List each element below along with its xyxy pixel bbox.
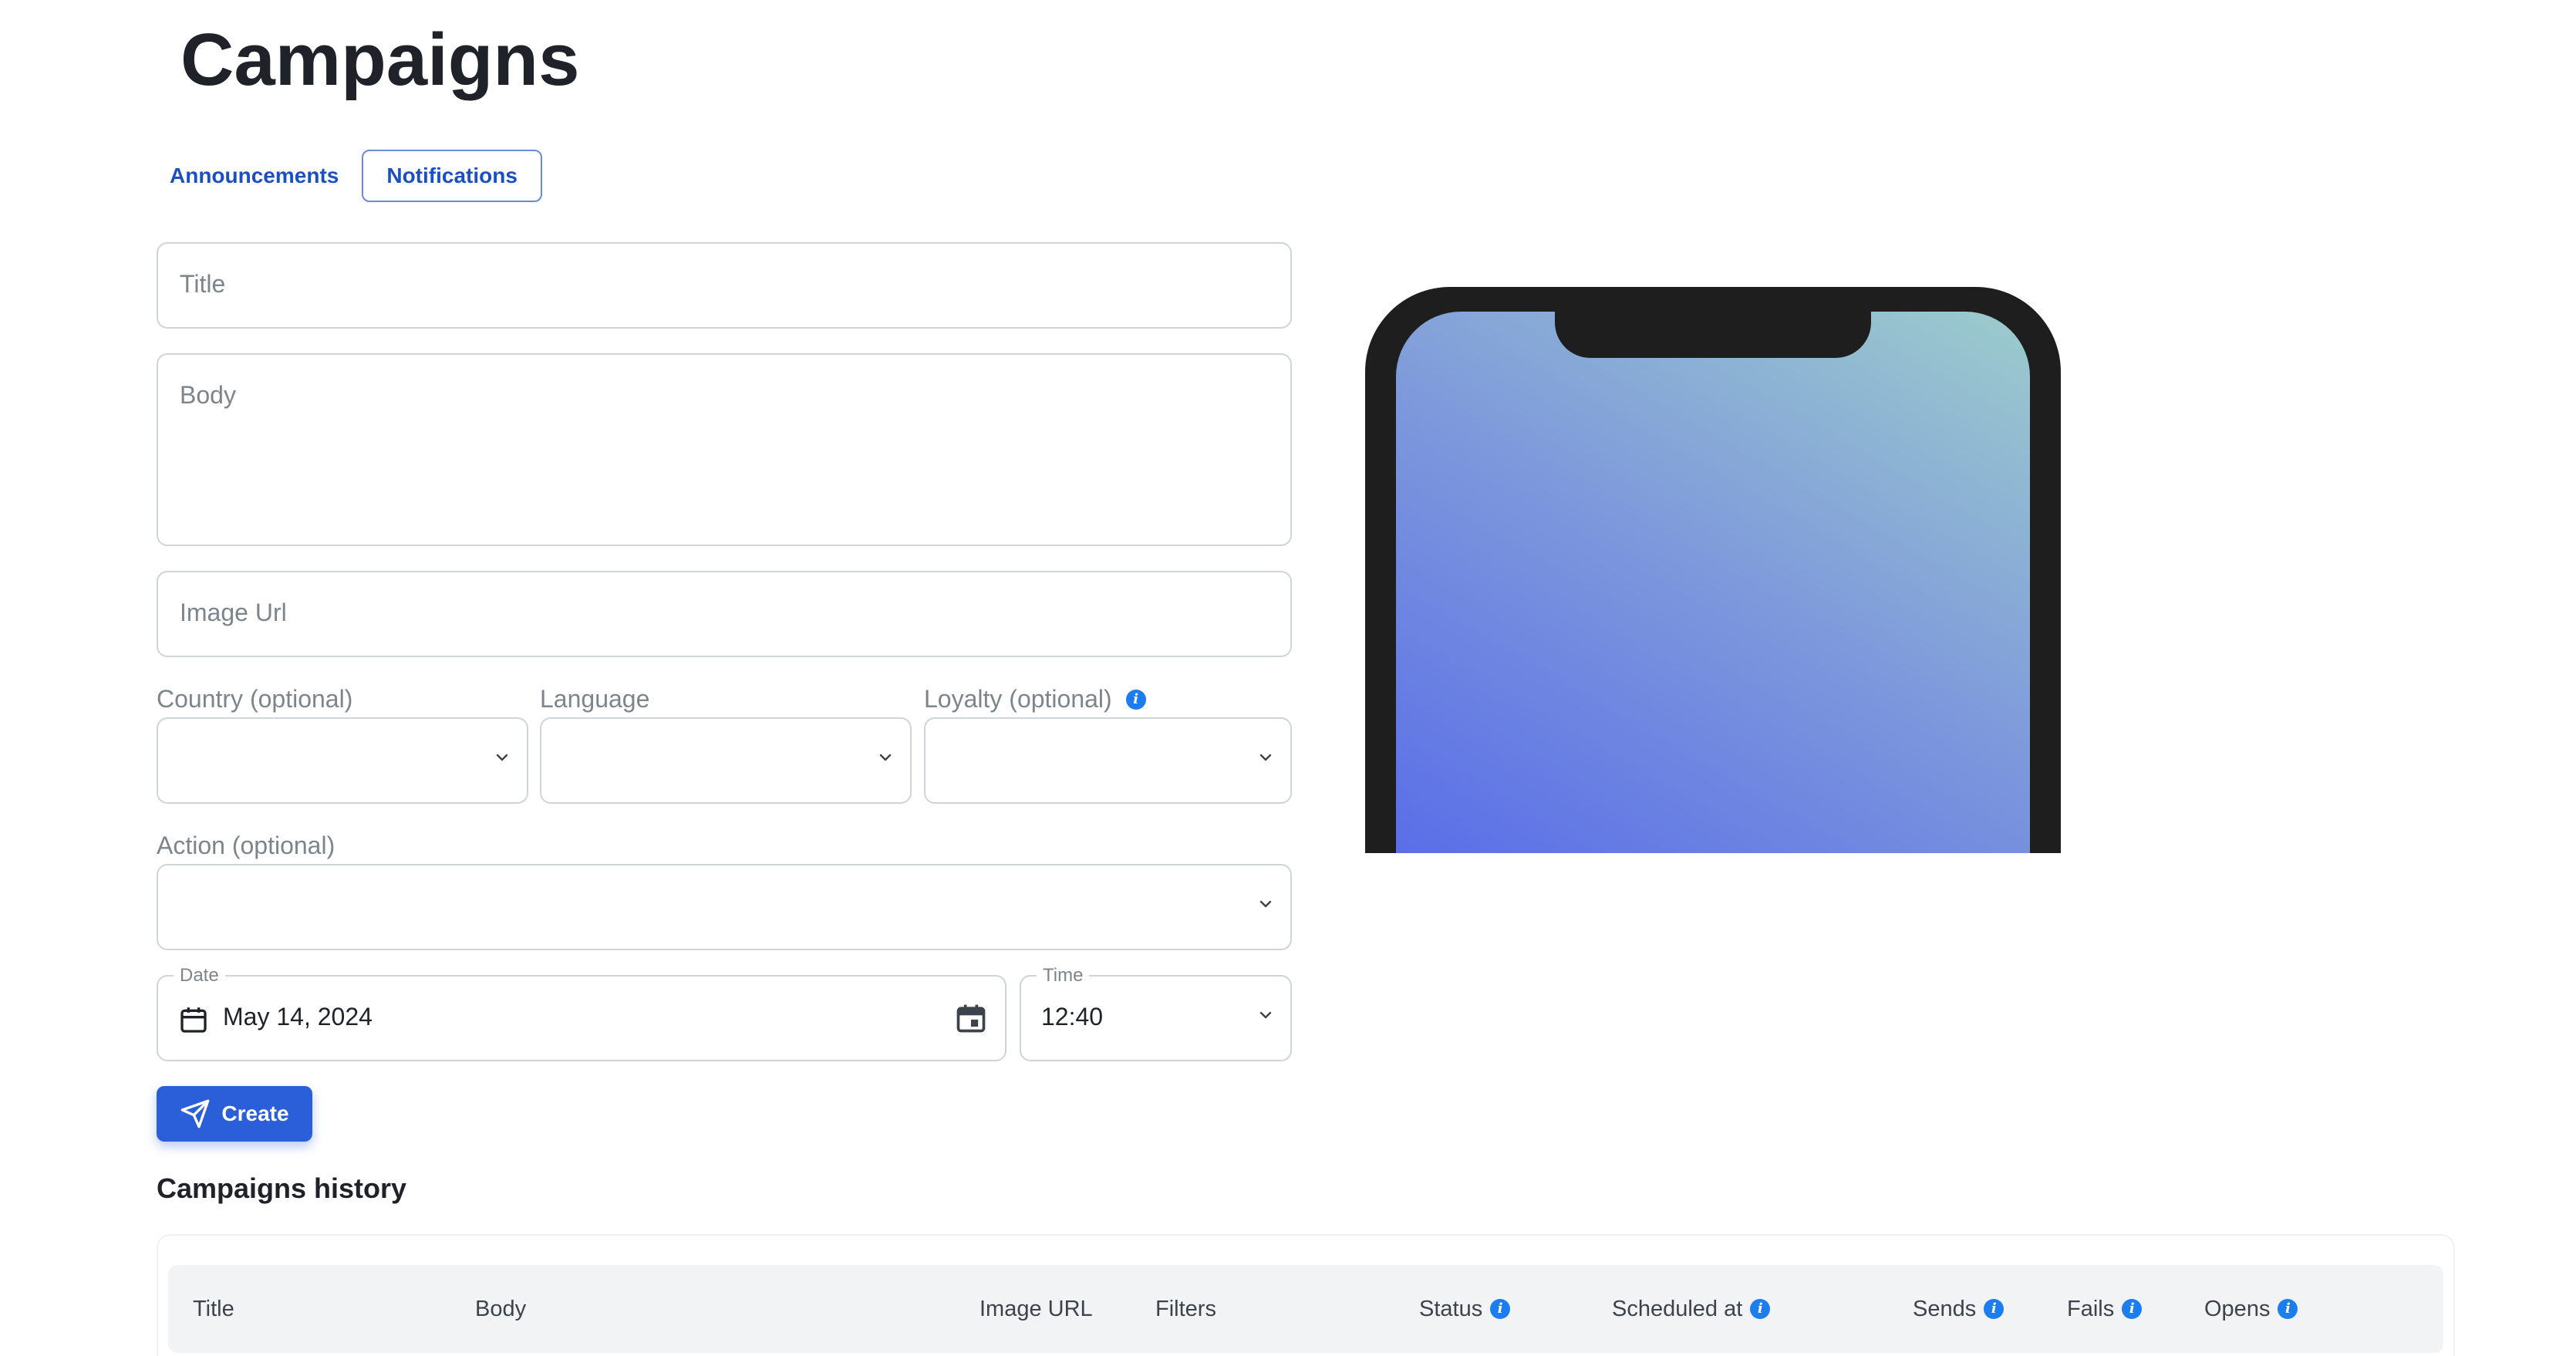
- date-value: May 14, 2024: [223, 1003, 373, 1030]
- column-header-status[interactable]: Status i: [1419, 1265, 1511, 1353]
- campaigns-page: Campaigns Announcements Notifications Ti…: [0, 0, 2576, 1356]
- column-header-opens[interactable]: Opens i: [2204, 1265, 2298, 1353]
- time-select[interactable]: Time 12:40: [1020, 966, 1292, 1061]
- loyalty-label-row: Loyalty (optional) i: [924, 685, 1146, 713]
- tab-notifications[interactable]: Notifications: [362, 150, 542, 202]
- create-button[interactable]: Create: [157, 1086, 312, 1142]
- column-status-label: Status: [1419, 1296, 1483, 1321]
- title-placeholder: Title: [180, 270, 226, 298]
- column-header-title[interactable]: Title: [193, 1265, 234, 1353]
- campaign-tabs: Announcements Notifications: [157, 148, 542, 204]
- phone-notch: [1555, 287, 1871, 358]
- title-input[interactable]: Title: [157, 242, 1292, 329]
- time-value: 12:40: [1041, 1003, 1104, 1030]
- language-label: Language: [540, 685, 650, 713]
- loyalty-select[interactable]: [924, 717, 1292, 804]
- chevron-down-icon: [879, 754, 892, 761]
- phone-screen: [1396, 312, 2030, 853]
- date-label: Date: [174, 966, 225, 986]
- calendar-icon: [180, 1007, 207, 1033]
- loyalty-label: Loyalty (optional): [924, 685, 1112, 713]
- column-header-fails[interactable]: Fails i: [2067, 1265, 2143, 1353]
- phone-preview: [1365, 287, 2061, 853]
- calendar-picker-icon[interactable]: [954, 1001, 988, 1035]
- chevron-down-icon: [496, 754, 508, 761]
- column-scheduled-at-label: Scheduled at: [1612, 1296, 1743, 1321]
- chevron-down-icon: [1259, 754, 1272, 761]
- info-icon[interactable]: i: [2278, 1299, 2298, 1319]
- info-icon[interactable]: i: [1490, 1299, 1511, 1319]
- column-header-body[interactable]: Body: [475, 1265, 526, 1353]
- column-header-sends[interactable]: Sends i: [1913, 1265, 2004, 1353]
- column-header-filters[interactable]: Filters: [1155, 1265, 1216, 1353]
- column-sends-label: Sends: [1913, 1296, 1977, 1321]
- send-icon: [181, 1099, 210, 1128]
- column-fails-label: Fails: [2067, 1296, 2115, 1321]
- info-icon[interactable]: i: [1125, 689, 1146, 710]
- body-placeholder: Body: [180, 381, 236, 409]
- chevron-down-icon: [1259, 900, 1272, 908]
- create-button-label: Create: [221, 1101, 289, 1125]
- column-title-label: Title: [193, 1296, 234, 1321]
- language-select[interactable]: [540, 717, 912, 804]
- campaigns-history-title: Campaigns history: [157, 1172, 407, 1204]
- info-icon[interactable]: i: [2122, 1299, 2143, 1319]
- column-header-image-url[interactable]: Image URL: [979, 1265, 1093, 1353]
- info-icon[interactable]: i: [1984, 1299, 2004, 1319]
- image-url-placeholder: Image Url: [180, 599, 287, 626]
- action-select[interactable]: [157, 864, 1292, 950]
- country-label: Country (optional): [157, 685, 353, 713]
- column-header-scheduled-at[interactable]: Scheduled at i: [1612, 1265, 1771, 1353]
- chevron-down-icon: [1259, 1011, 1272, 1019]
- action-label: Action (optional): [157, 831, 335, 859]
- column-opens-label: Opens: [2204, 1296, 2271, 1321]
- column-filters-label: Filters: [1155, 1296, 1216, 1321]
- page-title: Campaigns: [180, 19, 580, 101]
- column-image-url-label: Image URL: [979, 1296, 1093, 1321]
- country-select[interactable]: [157, 717, 528, 804]
- date-picker[interactable]: Date May 14, 2024: [157, 966, 1006, 1061]
- column-body-label: Body: [475, 1296, 527, 1321]
- tab-announcements[interactable]: Announcements: [157, 150, 351, 202]
- image-url-input[interactable]: Image Url: [157, 571, 1292, 657]
- time-label: Time: [1037, 966, 1090, 986]
- info-icon[interactable]: i: [1750, 1299, 1771, 1319]
- table-header: Title Body Image URL Filters Status i Sc…: [168, 1265, 2443, 1353]
- body-textarea[interactable]: Body: [157, 353, 1292, 546]
